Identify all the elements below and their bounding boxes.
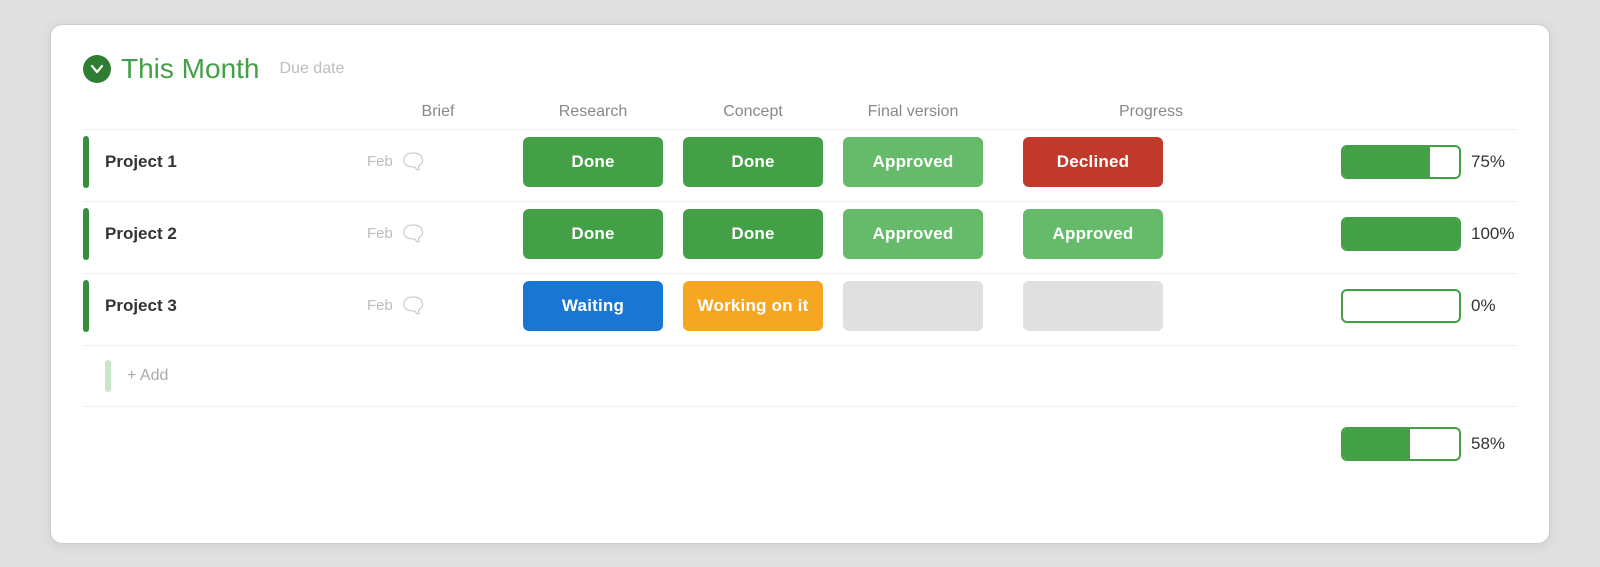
main-card: This Month Due date Brief Research Conce… — [50, 24, 1550, 544]
col-header-final: Final version — [833, 103, 993, 121]
project-name-cell: Project 2 — [83, 208, 363, 260]
progress-percent: 75% — [1471, 152, 1517, 172]
column-headers: Brief Research Concept Final version Pro… — [83, 103, 1517, 130]
chevron-down-icon[interactable] — [83, 55, 111, 83]
progress-cell: 75% — [1193, 145, 1517, 179]
add-row[interactable]: + Add — [83, 346, 1517, 407]
research-cell[interactable]: Working on it — [673, 277, 833, 335]
brief-cell[interactable]: Done — [513, 133, 673, 191]
status-badge: Done — [523, 209, 663, 259]
progress-cell: 100% — [1193, 217, 1517, 251]
add-label[interactable]: + Add — [127, 367, 168, 385]
final-cell[interactable]: Approved — [993, 205, 1193, 263]
progress-percent: 100% — [1471, 224, 1517, 244]
header-row: This Month Due date — [83, 53, 1517, 85]
research-cell[interactable]: Done — [673, 205, 833, 263]
status-badge: Waiting — [523, 281, 663, 331]
final-cell[interactable] — [993, 277, 1193, 335]
footer-row: 58% — [83, 407, 1517, 461]
status-badge: Done — [683, 137, 823, 187]
col-header-name — [83, 103, 363, 121]
brief-cell[interactable]: Done — [513, 205, 673, 263]
project-name: Project 3 — [105, 296, 177, 316]
status-badge — [1023, 281, 1163, 331]
concept-cell[interactable]: Approved — [833, 205, 993, 263]
progress-bar — [1341, 289, 1461, 323]
row-indicator — [83, 208, 89, 260]
comment-icon[interactable]: 🗨 — [399, 221, 427, 247]
status-badge: Approved — [843, 209, 983, 259]
concept-cell[interactable]: Approved — [833, 133, 993, 191]
progress-cell: 0% — [1193, 289, 1517, 323]
final-cell[interactable]: Declined — [993, 133, 1193, 191]
brief-cell[interactable]: Waiting — [513, 277, 673, 335]
add-row-bar — [105, 360, 111, 392]
due-date-value: Feb — [367, 297, 393, 314]
comment-icon[interactable]: 🗨 — [399, 149, 427, 175]
status-badge: Declined — [1023, 137, 1163, 187]
table-row: Project 1 Feb 🗨 Done Done Approved Declined… — [83, 130, 1517, 202]
project-name-cell: Project 1 — [83, 136, 363, 188]
research-cell[interactable]: Done — [673, 133, 833, 191]
project-name-cell: Project 3 — [83, 280, 363, 332]
col-header-concept: Concept — [673, 103, 833, 121]
table-row: Project 3 Feb 🗨 Waiting Working on it 0% — [83, 274, 1517, 346]
concept-cell[interactable] — [833, 277, 993, 335]
group-title: This Month — [121, 53, 260, 85]
due-date-cell: Feb 🗨 — [363, 221, 513, 247]
due-date-value: Feb — [367, 153, 393, 170]
progress-percent: 0% — [1471, 296, 1517, 316]
progress-fill — [1343, 219, 1459, 249]
footer-progress-label: 58% — [1471, 434, 1517, 454]
due-date-value: Feb — [367, 225, 393, 242]
progress-fill — [1343, 147, 1430, 177]
status-badge: Working on it — [683, 281, 823, 331]
projects-table: Project 1 Feb 🗨 Done Done Approved Declined… — [83, 130, 1517, 346]
row-indicator — [83, 280, 89, 332]
col-header-research: Research — [513, 103, 673, 121]
row-indicator — [83, 136, 89, 188]
col-header-brief: Brief — [363, 103, 513, 121]
table-row: Project 2 Feb 🗨 Done Done Approved Approved… — [83, 202, 1517, 274]
status-badge: Done — [683, 209, 823, 259]
status-badge: Approved — [843, 137, 983, 187]
project-name: Project 2 — [105, 224, 177, 244]
footer-progress-fill — [1343, 429, 1410, 459]
project-name: Project 1 — [105, 152, 177, 172]
status-badge: Done — [523, 137, 663, 187]
progress-bar — [1341, 217, 1461, 251]
due-date-label: Due date — [280, 60, 345, 78]
progress-bar — [1341, 145, 1461, 179]
due-date-cell: Feb 🗨 — [363, 293, 513, 319]
col-header-progress: Progress — [993, 103, 1193, 121]
comment-icon[interactable]: 🗨 — [399, 293, 427, 319]
due-date-cell: Feb 🗨 — [363, 149, 513, 175]
status-badge: Approved — [1023, 209, 1163, 259]
footer-progress-bar — [1341, 427, 1461, 461]
status-badge — [843, 281, 983, 331]
